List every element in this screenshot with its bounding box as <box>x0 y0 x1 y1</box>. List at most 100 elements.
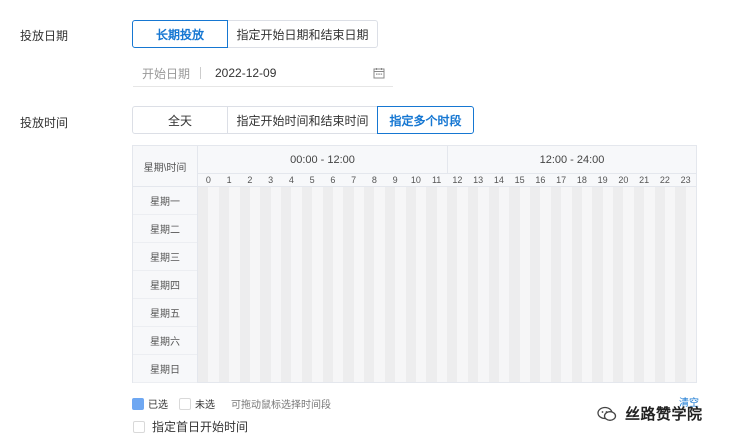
hour-label: 17 <box>556 175 567 185</box>
hour-label: 2 <box>247 175 253 185</box>
long-term-delivery-button[interactable]: 长期投放 <box>132 20 228 48</box>
unselected-swatch <box>179 397 191 410</box>
hour-header-row: 0 1 2 3 4 5 6 7 8 9 10 11 12 13 14 15 16 17 18 19 20 21 22 23 <box>198 174 696 187</box>
time-slot-column[interactable] <box>291 187 302 382</box>
time-slot-column[interactable] <box>249 187 261 382</box>
time-slot-column[interactable] <box>581 187 593 382</box>
first-day-checkbox[interactable] <box>133 420 145 433</box>
time-slot-column[interactable] <box>623 187 634 382</box>
first-day-option[interactable]: 指定首日开始时间 <box>133 418 248 435</box>
hour-label: 9 <box>392 175 398 185</box>
hour-label: 1 <box>226 175 232 185</box>
time-slot-column[interactable] <box>613 187 624 382</box>
time-slot-column[interactable] <box>654 187 665 382</box>
time-slot-column[interactable] <box>644 187 655 382</box>
delivery-date-segment: 长期投放 指定开始日期和结束日期 <box>132 20 378 48</box>
start-date-value: 2022-12-09 <box>215 66 277 80</box>
hour-label: 14 <box>493 175 504 185</box>
time-slot-column[interactable] <box>260 187 271 382</box>
weekday-column: 星期一 星期二 星期三 星期四 星期五 星期六 星期日 <box>133 187 198 383</box>
time-slot-column[interactable] <box>457 187 468 382</box>
hour-label: 20 <box>618 175 629 185</box>
unselected-legend-label: 未选 <box>195 400 215 411</box>
weekday-label: 星期三 <box>133 243 197 271</box>
delivery-time-label: 投放时间 <box>20 116 69 130</box>
time-slot-column[interactable] <box>332 187 344 382</box>
time-slot-column[interactable] <box>395 187 406 382</box>
time-slot-column[interactable] <box>530 187 541 382</box>
watermark-text: 丝路赞学院 <box>625 406 703 423</box>
multiple-periods-button[interactable]: 指定多个时段 <box>377 106 474 134</box>
hour-label: 11 <box>431 175 442 185</box>
watermark: 丝路赞学院 <box>597 403 703 424</box>
time-slot-column[interactable] <box>364 187 375 382</box>
start-date-field[interactable]: 开始日期 2022-12-09 <box>133 60 393 87</box>
time-slot-column[interactable] <box>675 187 686 382</box>
time-slot-column[interactable] <box>312 187 323 382</box>
time-slot-column[interactable] <box>685 187 696 382</box>
weekday-label: 星期二 <box>133 215 197 243</box>
weekday-label: 星期日 <box>133 355 197 383</box>
time-slot-column[interactable] <box>208 187 219 382</box>
time-slot-column[interactable] <box>519 187 530 382</box>
weekday-label: 星期五 <box>133 299 197 327</box>
start-date-label: 开始日期 <box>142 66 191 81</box>
hour-label: 19 <box>597 175 608 185</box>
delivery-time-segment: 全天 指定开始时间和结束时间 指定多个时段 <box>132 106 474 134</box>
first-half-header: 00:00 - 12:00 <box>198 146 448 174</box>
time-slot-column[interactable] <box>218 187 230 382</box>
time-slot-column[interactable] <box>633 187 645 382</box>
time-slot-column[interactable] <box>447 187 458 382</box>
time-slot-area[interactable] <box>198 187 696 382</box>
hour-label: 8 <box>371 175 377 185</box>
hour-label: 5 <box>309 175 315 185</box>
time-slot-column[interactable] <box>488 187 499 382</box>
time-slot-column[interactable] <box>374 187 385 382</box>
time-slot-column[interactable] <box>281 187 292 382</box>
all-day-button[interactable]: 全天 <box>132 106 228 134</box>
calendar-icon[interactable] <box>373 67 385 79</box>
time-slot-column[interactable] <box>322 187 333 382</box>
selected-legend-label: 已选 <box>148 400 168 411</box>
weekday-label: 星期一 <box>133 187 197 215</box>
unselected-legend: 未选 <box>179 396 215 411</box>
time-slot-column[interactable] <box>343 187 354 382</box>
time-slot-column[interactable] <box>509 187 520 382</box>
specify-date-range-button[interactable]: 指定开始日期和结束日期 <box>227 20 378 48</box>
time-slot-column[interactable] <box>270 187 281 382</box>
time-slot-column[interactable] <box>384 187 396 382</box>
hour-label: 0 <box>205 175 211 185</box>
time-slot-column[interactable] <box>540 187 551 382</box>
hour-label: 13 <box>473 175 484 185</box>
time-slot-column[interactable] <box>426 187 437 382</box>
time-slot-column[interactable] <box>405 187 416 382</box>
time-slot-column[interactable] <box>239 187 250 382</box>
time-slot-column[interactable] <box>571 187 582 382</box>
time-slot-column[interactable] <box>550 187 562 382</box>
time-slot-column[interactable] <box>229 187 240 382</box>
selected-swatch <box>132 397 144 410</box>
hour-label: 10 <box>410 175 421 185</box>
time-slot-column[interactable] <box>602 187 613 382</box>
hour-label: 3 <box>268 175 274 185</box>
time-slot-column[interactable] <box>498 187 510 382</box>
time-slot-column[interactable] <box>478 187 489 382</box>
time-slot-column[interactable] <box>467 187 479 382</box>
time-slot-column[interactable] <box>436 187 447 382</box>
time-slot-column[interactable] <box>301 187 313 382</box>
specify-time-range-button[interactable]: 指定开始时间和结束时间 <box>227 106 378 134</box>
schedule-grid: 星期\时间 00:00 - 12:00 12:00 - 24:00 012345… <box>132 145 697 383</box>
delivery-date-label: 投放日期 <box>20 29 69 43</box>
hour-label: 4 <box>288 175 294 185</box>
time-slot-column[interactable] <box>664 187 676 382</box>
time-slot-column[interactable] <box>198 187 209 382</box>
time-slot-column[interactable] <box>592 187 603 382</box>
time-slot-column[interactable] <box>415 187 427 382</box>
weekday-label: 星期四 <box>133 271 197 299</box>
time-slot-column[interactable] <box>561 187 572 382</box>
field-divider <box>200 67 201 79</box>
hour-label: 7 <box>351 175 357 185</box>
hour-label: 23 <box>680 175 691 185</box>
wechat-icon <box>597 406 617 421</box>
time-slot-column[interactable] <box>353 187 364 382</box>
